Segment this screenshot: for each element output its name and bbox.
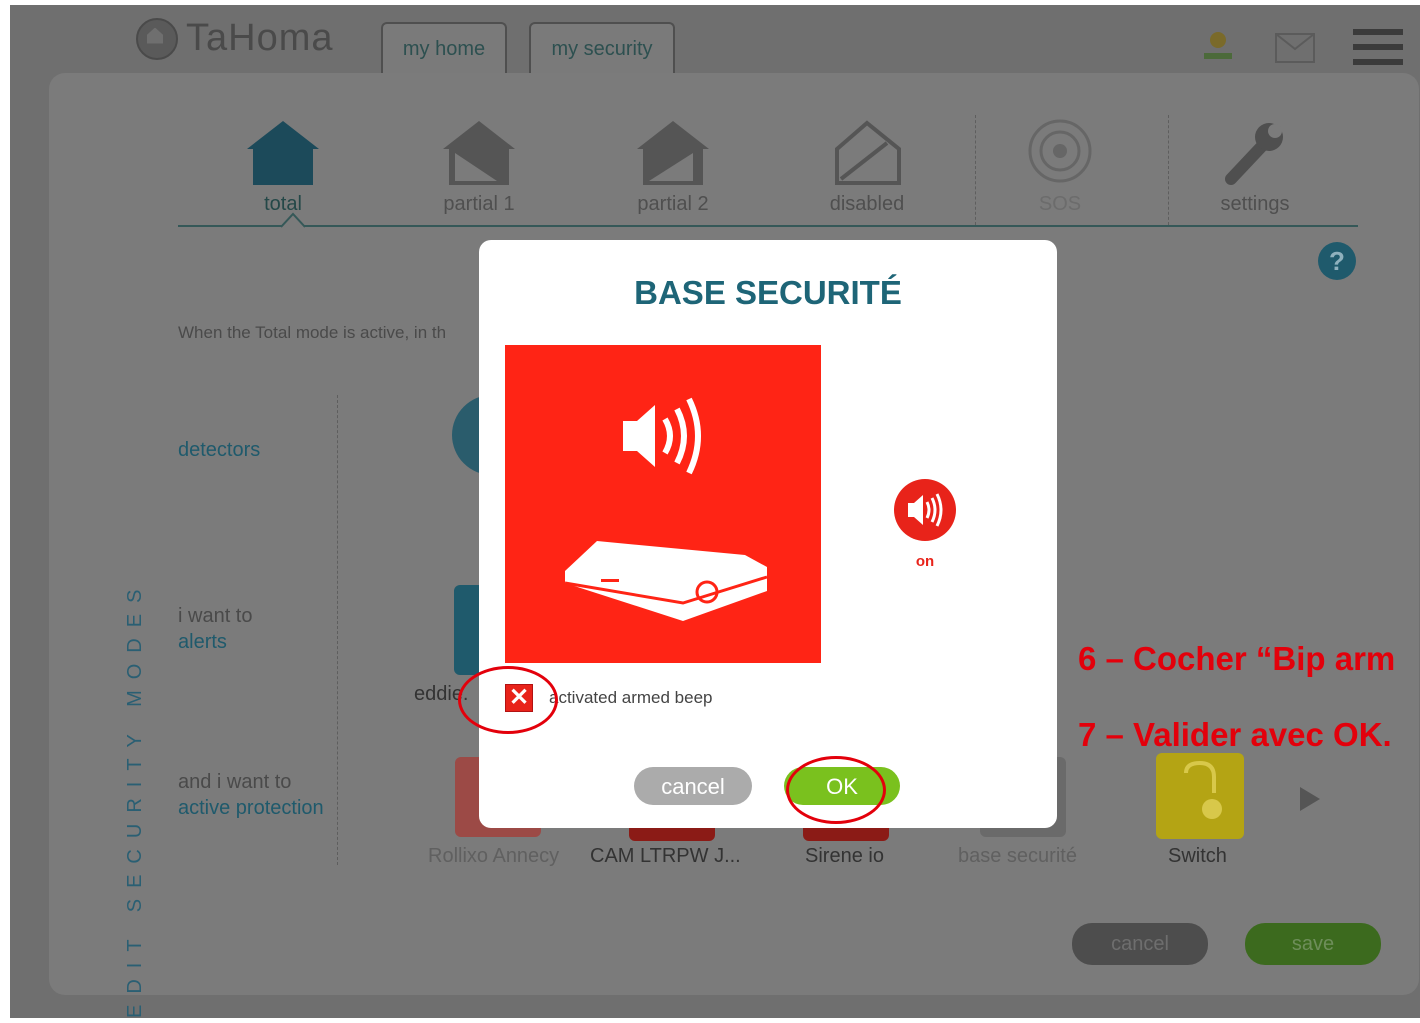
tab-my-home[interactable]: my home <box>381 22 507 74</box>
mode-label: SOS <box>1038 193 1082 215</box>
mode-label: settings <box>1220 193 1290 215</box>
annotation-step-7: 7 – Valider avec OK. <box>1078 716 1392 753</box>
checkbox-highlight-ring <box>458 666 558 734</box>
edit-security-modes-title: EDIT SECURITY MODES <box>124 578 146 1018</box>
armed-beep-label: activated armed beep <box>549 688 713 707</box>
dialog-cancel-button[interactable]: cancel <box>634 767 752 805</box>
sound-toggle-button[interactable] <box>894 479 956 541</box>
mode-label: partial 1 <box>443 193 515 215</box>
active-mode-pointer <box>281 212 305 228</box>
device-label: CAM LTRPW J... <box>590 845 741 867</box>
plug-icon <box>1184 760 1222 819</box>
protection-label: active protection <box>178 797 324 819</box>
row-alerts-label: i want to alerts <box>178 603 252 655</box>
mode-total[interactable]: total <box>228 115 338 216</box>
menu-icon[interactable] <box>1353 27 1403 67</box>
footer-save-button[interactable]: save <box>1245 923 1381 965</box>
footer-cancel-button[interactable]: cancel <box>1072 923 1208 965</box>
device-label: Rollixo Annecy <box>428 845 560 867</box>
protection-prefix: and i want to <box>178 771 292 793</box>
mode-partial-2[interactable]: partial 2 <box>618 115 728 216</box>
annotation-step-6: 6 – Cocher “Bip arm <box>1078 640 1396 677</box>
device-label: Switch <box>1168 845 1227 867</box>
top-bar: TaHoma my home my security <box>10 5 1420 75</box>
sound-state-label: on <box>915 553 935 570</box>
user-network-icon[interactable] <box>1196 27 1240 67</box>
detectors-label: detectors <box>178 439 261 461</box>
device-label: base securité <box>958 845 1077 867</box>
mode-settings[interactable]: settings <box>1200 115 1310 216</box>
device-illustration <box>505 345 821 663</box>
house-partial-icon <box>443 121 515 185</box>
row-divider <box>337 395 338 865</box>
help-button[interactable]: ? <box>1318 242 1356 280</box>
mode-selector-line <box>178 225 1358 227</box>
mode-sos[interactable]: SOS <box>1005 115 1115 216</box>
tab-my-security[interactable]: my security <box>529 22 675 74</box>
switch-device-icon[interactable] <box>1156 753 1244 839</box>
alerts-label: alerts <box>178 631 227 653</box>
row-detectors-label: detectors <box>178 437 260 463</box>
mode-label: disabled <box>829 193 905 215</box>
base-siren-icon <box>564 397 768 621</box>
tahoma-logo[interactable]: TaHoma <box>136 17 334 60</box>
mode-disabled[interactable]: disabled <box>812 115 922 216</box>
house-logo-icon <box>136 17 178 60</box>
mode-divider <box>975 115 976 225</box>
mode-partial-1[interactable]: partial 1 <box>424 115 534 216</box>
wrench-icon <box>1225 123 1283 185</box>
device-dialog: BASE SECURITÉ on ✕ activated armed beep … <box>479 240 1057 828</box>
ok-highlight-ring <box>786 756 886 824</box>
row-protection-label: and i want to active protection <box>178 769 324 821</box>
mail-icon[interactable] <box>1275 33 1315 63</box>
next-arrow-icon[interactable] <box>1298 785 1322 813</box>
device-label: Sirene io <box>805 845 884 867</box>
house-outline-icon <box>835 120 901 185</box>
mode-description: When the Total mode is active, in th <box>178 323 447 342</box>
target-icon <box>1028 119 1092 183</box>
mode-divider <box>1168 115 1169 225</box>
dialog-title: BASE SECURITÉ <box>634 274 902 311</box>
house-partial-icon <box>637 121 709 185</box>
speaker-icon <box>908 493 943 527</box>
house-filled-icon <box>247 121 319 185</box>
brand-name: TaHoma <box>186 17 334 59</box>
alerts-prefix: i want to <box>178 605 253 627</box>
mode-label: partial 2 <box>637 193 709 215</box>
